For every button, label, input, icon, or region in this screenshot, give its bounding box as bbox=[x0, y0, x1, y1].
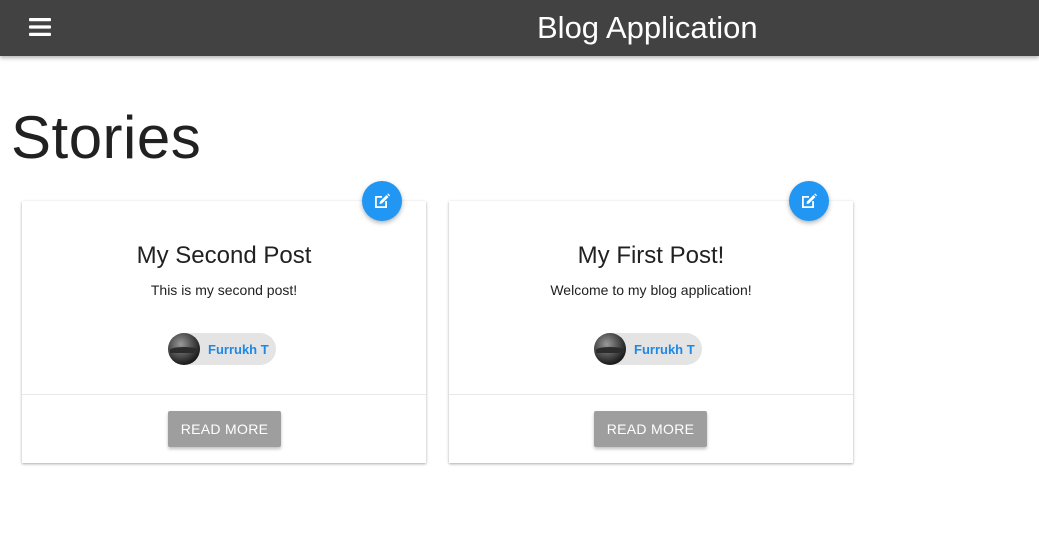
edit-icon bbox=[375, 193, 391, 208]
avatar bbox=[594, 333, 626, 365]
top-app-bar: Blog Application bbox=[0, 0, 1039, 56]
post-title: My First Post! bbox=[577, 242, 725, 269]
author-name: Furrukh T bbox=[208, 341, 269, 357]
post-excerpt: Welcome to my blog application! bbox=[550, 282, 752, 298]
read-more-button[interactable]: READ MORE bbox=[594, 411, 707, 447]
author-name: Furrukh T bbox=[634, 341, 695, 357]
app-title: Blog Application bbox=[537, 10, 758, 45]
edit-icon bbox=[802, 193, 818, 208]
author-chip[interactable]: Furrukh T bbox=[594, 333, 702, 365]
post-excerpt: This is my second post! bbox=[150, 282, 298, 298]
edit-post-button[interactable] bbox=[789, 181, 829, 221]
card-divider bbox=[22, 394, 426, 395]
post-card: My First Post! Welcome to my blog applic… bbox=[449, 181, 853, 463]
hamburger-menu-icon[interactable] bbox=[26, 13, 54, 41]
page-title: Stories bbox=[11, 104, 202, 171]
post-title: My Second Post bbox=[136, 242, 312, 269]
post-card: My Second Post This is my second post! F… bbox=[22, 181, 426, 463]
avatar bbox=[168, 333, 200, 365]
read-more-button[interactable]: READ MORE bbox=[168, 411, 281, 447]
author-chip[interactable]: Furrukh T bbox=[168, 333, 276, 365]
card-divider bbox=[449, 394, 853, 395]
edit-post-button[interactable] bbox=[362, 181, 402, 221]
